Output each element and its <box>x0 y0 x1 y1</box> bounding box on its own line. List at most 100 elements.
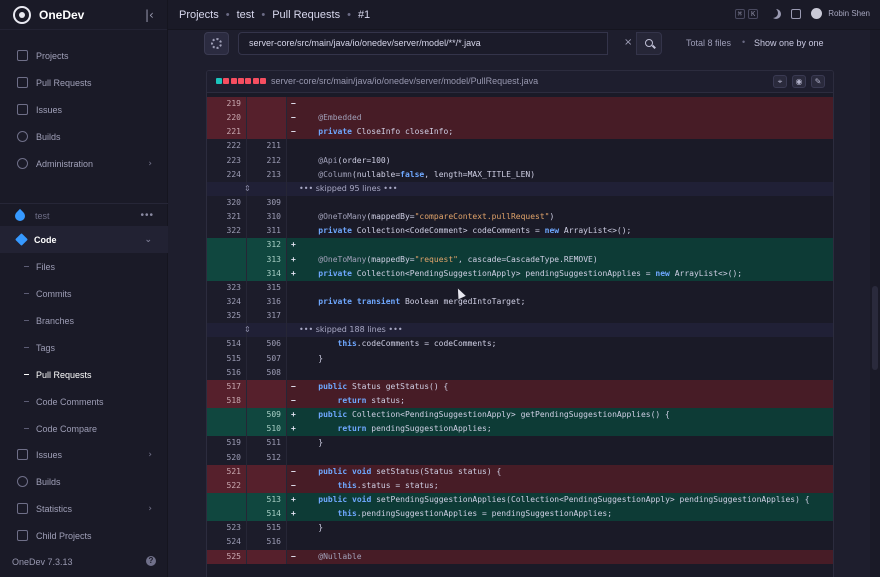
old-line-number[interactable]: 324 <box>207 294 247 310</box>
old-line-number[interactable]: 219 <box>207 97 247 112</box>
new-line-number[interactable]: 313 <box>247 252 287 267</box>
k-key-hint[interactable]: K <box>747 8 759 19</box>
project-header[interactable]: test ••• <box>0 203 168 225</box>
new-line-number[interactable]: 515 <box>247 521 287 536</box>
sidebar-item-pull-requests[interactable]: Pull Requests <box>0 69 168 96</box>
sidebar-item-administration[interactable]: Administration › <box>0 150 168 177</box>
new-line-number[interactable]: 511 <box>247 436 287 451</box>
old-line-number[interactable]: 520 <box>207 450 247 465</box>
old-line-number[interactable]: 525 <box>207 549 247 564</box>
page-scrollbar[interactable] <box>870 30 880 577</box>
skipped-lines-row[interactable]: ⇕ ••• skipped 188 lines ••• <box>207 323 833 338</box>
new-line-number[interactable] <box>247 464 287 479</box>
collapse-sidebar-icon[interactable]: |‹ <box>145 8 154 22</box>
old-line-number[interactable]: 325 <box>207 309 247 324</box>
new-line-number[interactable] <box>247 97 287 112</box>
edit-icon[interactable]: ✎ <box>811 75 825 88</box>
old-line-number[interactable]: 323 <box>207 280 247 295</box>
sidebar-item-child-projects[interactable]: Child Projects <box>0 522 168 549</box>
sidebar-item-builds[interactable]: Builds <box>0 468 168 495</box>
old-line-number[interactable]: 224 <box>207 167 247 182</box>
breadcrumb-project[interactable]: test <box>237 9 255 21</box>
new-line-number[interactable]: 312 <box>247 238 287 253</box>
user-name[interactable]: Robin Shen <box>828 9 870 18</box>
file-path-filter-input[interactable]: server-core/src/main/java/io/onedev/serv… <box>238 32 608 55</box>
old-line-number[interactable]: 514 <box>207 337 247 352</box>
new-line-number[interactable]: 513 <box>247 492 287 508</box>
chat-icon[interactable] <box>791 8 802 19</box>
new-line-number[interactable] <box>247 478 287 493</box>
breadcrumb-pull-requests[interactable]: Pull Requests <box>272 9 340 21</box>
view-icon[interactable]: ◉ <box>792 75 806 88</box>
old-line-number[interactable]: 221 <box>207 125 247 140</box>
old-line-number[interactable] <box>207 266 247 281</box>
sidebar-item-code[interactable]: Code ⌄ <box>0 226 168 253</box>
new-line-number[interactable] <box>247 111 287 126</box>
old-line-number[interactable] <box>207 422 247 437</box>
new-line-number[interactable]: 507 <box>247 351 287 366</box>
sidebar-item-statistics[interactable]: Statistics › <box>0 495 168 522</box>
new-line-number[interactable]: 314 <box>247 266 287 281</box>
sidebar-subitem-pull-requests[interactable]: Pull Requests <box>0 361 168 388</box>
old-line-number[interactable]: 220 <box>207 111 247 126</box>
new-line-number[interactable] <box>247 379 287 394</box>
project-menu-icon[interactable]: ••• <box>140 210 154 221</box>
sidebar-subitem-code-compare[interactable]: Code Compare <box>0 415 168 442</box>
breadcrumb-projects[interactable]: Projects <box>179 9 219 21</box>
scrollbar-thumb[interactable] <box>872 286 878 370</box>
old-line-number[interactable] <box>207 238 247 253</box>
old-line-number[interactable]: 223 <box>207 153 247 168</box>
old-line-number[interactable] <box>207 492 247 508</box>
new-line-number[interactable]: 506 <box>247 337 287 352</box>
old-line-number[interactable]: 516 <box>207 365 247 380</box>
old-line-number[interactable]: 517 <box>207 379 247 394</box>
old-line-number[interactable]: 521 <box>207 464 247 479</box>
new-line-number[interactable]: 509 <box>247 408 287 423</box>
new-line-number[interactable]: 315 <box>247 280 287 295</box>
new-line-number[interactable]: 311 <box>247 224 287 239</box>
breadcrumb-request-number[interactable]: #1 <box>358 9 370 21</box>
dark-mode-icon[interactable] <box>771 9 781 19</box>
show-one-by-one-link[interactable]: Show one by one <box>754 38 824 48</box>
new-line-number[interactable]: 310 <box>247 210 287 225</box>
new-line-number[interactable]: 516 <box>247 535 287 550</box>
sidebar-subitem-commits[interactable]: Commits <box>0 280 168 307</box>
new-line-number[interactable]: 317 <box>247 309 287 324</box>
diff-file-path[interactable]: server-core/src/main/java/io/onedev/serv… <box>271 76 538 86</box>
blame-icon[interactable]: ⌖ <box>773 75 787 88</box>
new-line-number[interactable]: 309 <box>247 195 287 211</box>
sidebar-subitem-tags[interactable]: Tags <box>0 334 168 361</box>
sidebar-subitem-files[interactable]: Files <box>0 253 168 280</box>
expand-lines-icon[interactable]: ⇕ <box>244 323 251 337</box>
search-button[interactable] <box>636 32 662 55</box>
sidebar-subitem-code-comments[interactable]: Code Comments <box>0 388 168 415</box>
clear-filter-icon[interactable]: × <box>624 37 632 48</box>
sidebar-subitem-branches[interactable]: Branches <box>0 307 168 334</box>
sidebar-item-projects[interactable]: Projects <box>0 42 168 69</box>
old-line-number[interactable]: 519 <box>207 436 247 451</box>
diff-settings-button[interactable] <box>204 32 229 55</box>
help-icon[interactable]: ? <box>146 556 156 566</box>
command-key-hint[interactable]: ⌘ <box>734 8 745 19</box>
old-line-number[interactable]: 522 <box>207 478 247 493</box>
old-line-number[interactable]: 518 <box>207 393 247 409</box>
new-line-number[interactable]: 212 <box>247 153 287 168</box>
new-line-number[interactable]: 211 <box>247 139 287 154</box>
sidebar-item-issues[interactable]: Issues <box>0 96 168 123</box>
old-line-number[interactable] <box>207 252 247 267</box>
sidebar-item-builds[interactable]: Builds <box>0 123 168 150</box>
old-line-number[interactable]: 320 <box>207 195 247 211</box>
old-line-number[interactable]: 523 <box>207 521 247 536</box>
new-line-number[interactable]: 510 <box>247 422 287 437</box>
sidebar-item-issues[interactable]: Issues › <box>0 441 168 468</box>
new-line-number[interactable] <box>247 393 287 409</box>
new-line-number[interactable]: 508 <box>247 365 287 380</box>
old-line-number[interactable] <box>207 408 247 423</box>
old-line-number[interactable]: 222 <box>207 139 247 154</box>
skipped-lines-row[interactable]: ⇕ ••• skipped 95 lines ••• <box>207 181 833 196</box>
expand-lines-icon[interactable]: ⇕ <box>244 182 251 196</box>
old-line-number[interactable] <box>207 507 247 522</box>
old-line-number[interactable]: 322 <box>207 224 247 239</box>
new-line-number[interactable] <box>247 549 287 564</box>
new-line-number[interactable]: 213 <box>247 167 287 182</box>
